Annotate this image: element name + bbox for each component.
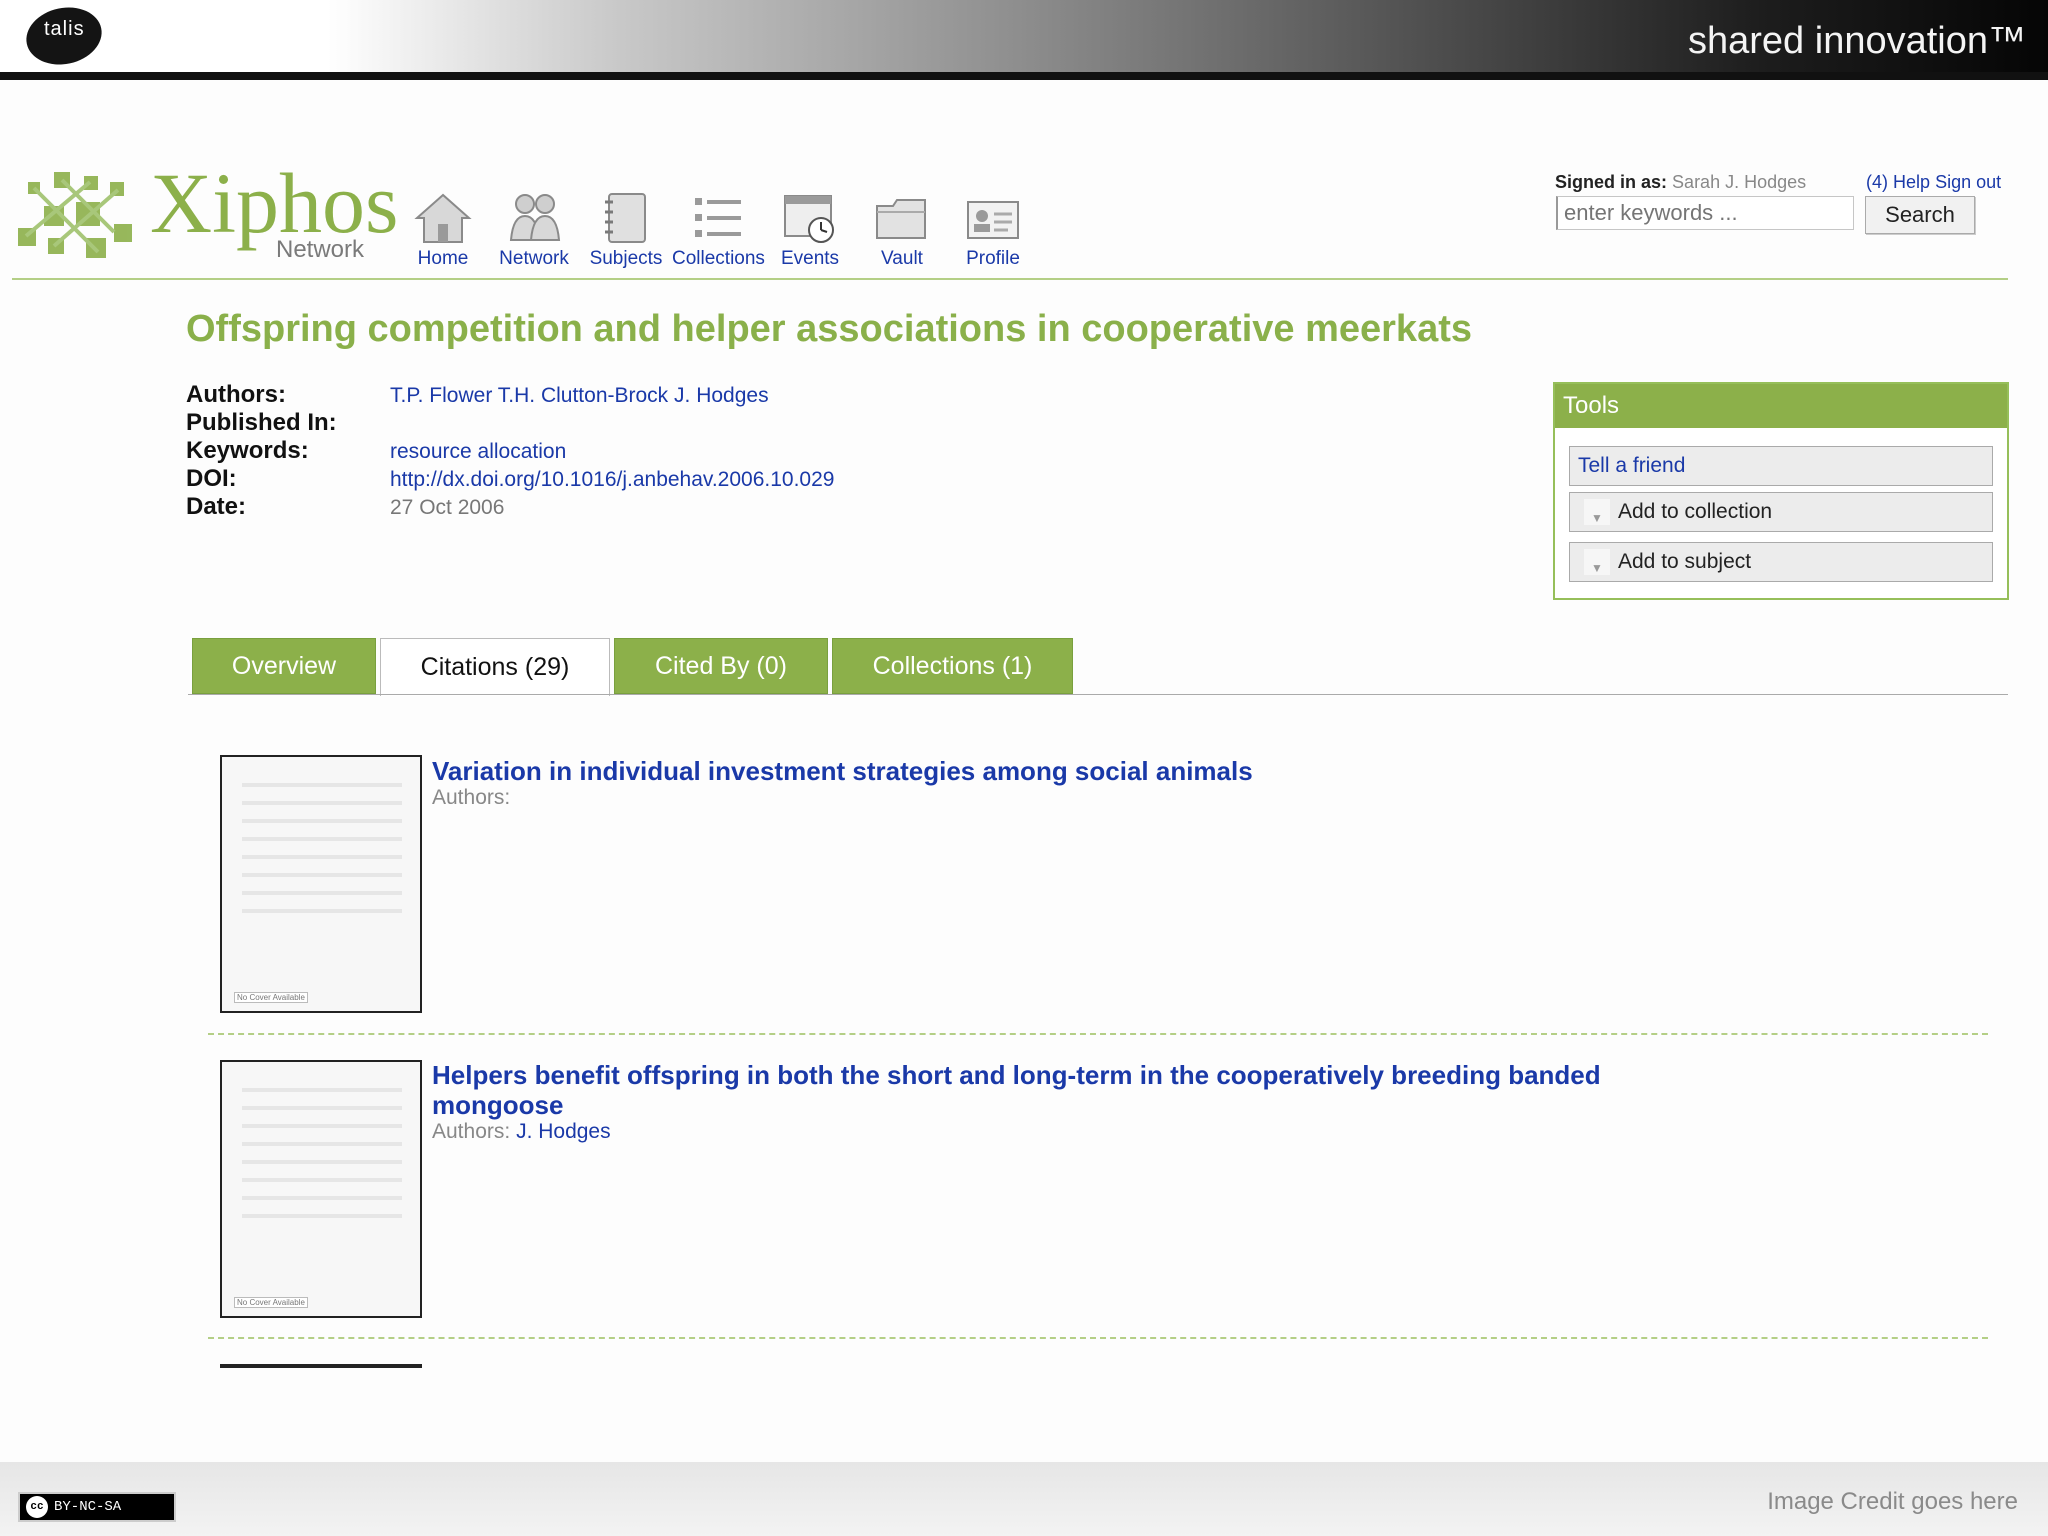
next-cover-thumbnail-edge xyxy=(220,1364,422,1368)
nav-subjects[interactable]: Subjects xyxy=(580,192,672,270)
site-logo-word[interactable]: Xiphos xyxy=(150,160,398,246)
add-to-subject-dropdown[interactable]: ▼ Add to subject xyxy=(1569,542,1993,582)
nav-network[interactable]: Network xyxy=(488,192,580,270)
author-link[interactable]: T.P. Flower xyxy=(390,384,492,407)
authors-label: Authors: xyxy=(186,381,286,408)
citation-title-link[interactable]: Variation in individual investment strat… xyxy=(432,756,1652,786)
date-label: Date: xyxy=(186,493,247,520)
tell-a-friend-button[interactable]: Tell a friend xyxy=(1569,446,1993,486)
top-links: (4) Help Sign out xyxy=(1866,172,2001,193)
citation-divider xyxy=(208,1033,1988,1035)
dropdown-arrow-icon: ▼ xyxy=(1584,499,1610,526)
license-text: BY-NC-SA xyxy=(54,1499,122,1515)
list-icon xyxy=(695,198,741,237)
citation-author-link[interactable]: J. Hodges xyxy=(516,1120,611,1143)
header-divider xyxy=(12,278,2008,280)
folder-icon xyxy=(876,199,926,239)
home-icon xyxy=(414,193,472,243)
nav-profile-label: Profile xyxy=(966,248,1020,269)
image-credit: Image Credit goes here xyxy=(1767,1488,2018,1515)
nav-subjects-label: Subjects xyxy=(589,248,663,269)
signed-in-user[interactable]: Sarah J. Hodges xyxy=(1672,172,1806,192)
date-value: 27 Oct 2006 xyxy=(390,496,505,519)
cover-thumbnail[interactable]: No Cover Available xyxy=(220,1060,422,1318)
citation-authors: Authors: J. Hodges xyxy=(432,1120,611,1144)
no-cover-caption: No Cover Available xyxy=(234,992,308,1003)
cc-license-badge: cc BY-NC-SA xyxy=(18,1492,176,1522)
slide-footer xyxy=(0,1462,2048,1536)
creative-commons-icon: cc xyxy=(26,1496,48,1518)
xiphos-logo-icon xyxy=(18,172,132,258)
citation-authors-label: Authors: xyxy=(432,786,511,809)
author-link[interactable]: T.H. Clutton-Brock xyxy=(498,384,668,407)
talis-brand: talis xyxy=(44,18,85,40)
tab-overview[interactable]: Overview xyxy=(192,638,376,694)
doi-link[interactable]: http://dx.doi.org/10.1016/j.anbehav.2006… xyxy=(390,468,834,492)
search-button[interactable]: Search xyxy=(1865,196,1975,234)
nav-network-label: Network xyxy=(499,248,569,269)
cover-placeholder-lines xyxy=(242,1088,402,1232)
signed-in-label: Signed in as: xyxy=(1555,172,1668,192)
cover-placeholder-lines xyxy=(242,783,402,927)
help-link[interactable]: Help xyxy=(1893,172,1930,192)
nav-collections-label: Collections xyxy=(672,248,765,269)
cover-thumbnail[interactable]: No Cover Available xyxy=(220,755,422,1013)
tools-panel: Tools Tell a friend ▼ Add to collection ▼… xyxy=(1553,382,2009,600)
keyword-link[interactable]: resource allocation xyxy=(390,440,566,464)
add-to-collection-dropdown[interactable]: ▼ Add to collection xyxy=(1569,492,1993,532)
notebook-icon xyxy=(605,193,646,243)
add-to-subject-label: Add to subject xyxy=(1618,550,1752,573)
dropdown-arrow-icon: ▼ xyxy=(1584,549,1610,576)
nav-home-label: Home xyxy=(417,248,469,269)
citation-title-link[interactable]: Helpers benefit offspring in both the sh… xyxy=(432,1060,1652,1120)
author-link[interactable]: J. Hodges xyxy=(674,384,769,407)
nav-events-label: Events xyxy=(780,248,840,269)
citation-authors: Authors: xyxy=(432,786,510,810)
nav-collections[interactable]: Collections xyxy=(672,192,765,270)
nav-vault-label: Vault xyxy=(881,248,923,269)
tabs-baseline xyxy=(188,694,2008,695)
people-icon xyxy=(509,194,561,241)
sign-out-link[interactable]: Sign out xyxy=(1935,172,2001,192)
search-input[interactable] xyxy=(1556,196,1854,230)
tab-citations[interactable]: Citations (29) xyxy=(380,638,610,696)
citation-authors-label: Authors: xyxy=(432,1120,511,1143)
slide-header: talis shared innovation™ xyxy=(0,0,2048,80)
doi-label: DOI: xyxy=(186,465,237,492)
keywords-label: Keywords: xyxy=(186,437,309,464)
citation-divider xyxy=(208,1337,1988,1339)
nav-events[interactable]: Events xyxy=(764,192,856,270)
page-title: Offspring competition and helper associa… xyxy=(186,308,1472,350)
signed-in-status: Signed in as: Sarah J. Hodges xyxy=(1555,172,1806,193)
nav-profile[interactable]: Profile xyxy=(947,192,1039,270)
slide-tagline: shared innovation™ xyxy=(1688,20,2026,62)
published-label: Published In: xyxy=(186,409,337,436)
profile-card-icon xyxy=(967,201,1019,239)
messages-link[interactable]: (4) xyxy=(1866,172,1888,192)
no-cover-caption: No Cover Available xyxy=(234,1297,308,1308)
nav-vault[interactable]: Vault xyxy=(856,192,948,270)
authors-list: T.P. Flower T.H. Clutton-Brock J. Hodges xyxy=(390,384,769,408)
calendar-clock-icon xyxy=(784,195,834,243)
add-to-collection-label: Add to collection xyxy=(1618,500,1773,523)
nav-home[interactable]: Home xyxy=(397,192,489,270)
tools-title: Tools xyxy=(1555,384,2007,428)
tab-collections[interactable]: Collections (1) xyxy=(832,638,1073,694)
tab-cited-by[interactable]: Cited By (0) xyxy=(614,638,828,694)
tell-a-friend-label: Tell a friend xyxy=(1578,454,1686,477)
site-logo-sub: Network xyxy=(276,236,365,263)
